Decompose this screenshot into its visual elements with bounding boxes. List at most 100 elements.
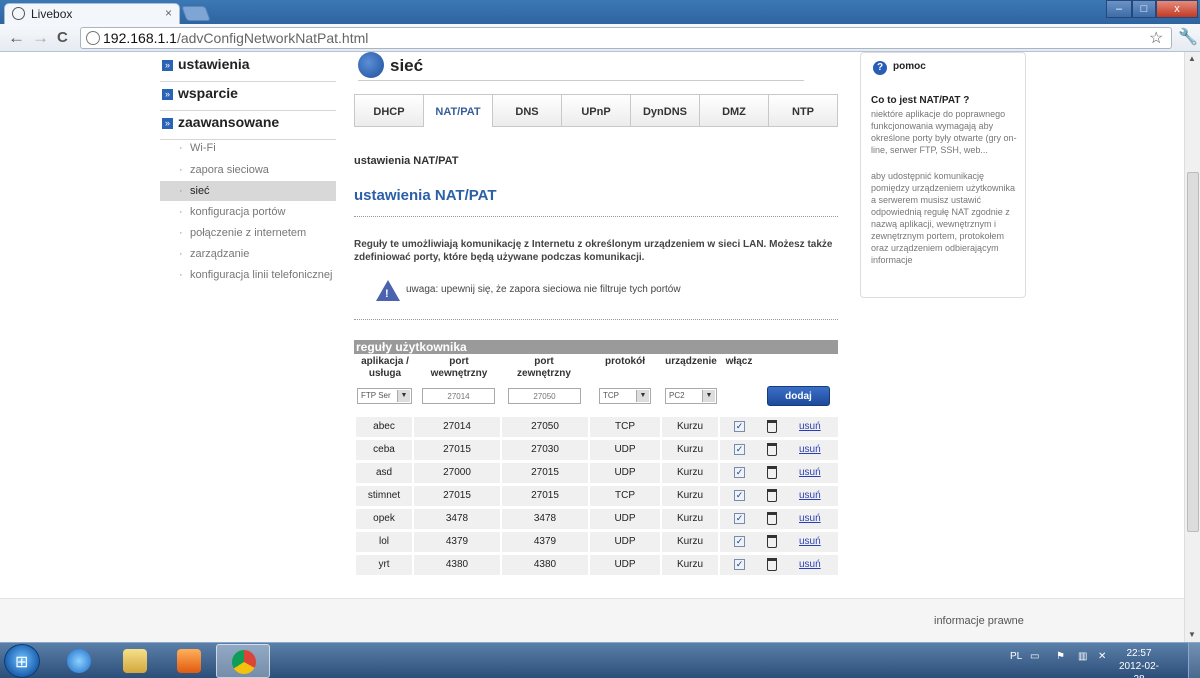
device-select[interactable]: PC2 ▼ [665, 388, 717, 404]
tab-ntp[interactable]: NTP [769, 94, 838, 127]
tab-nat-pat[interactable]: NAT/PAT [424, 94, 493, 127]
minimize-button[interactable]: – [1106, 0, 1132, 18]
close-window-button[interactable]: x [1156, 0, 1198, 18]
chevron-down-icon: ▼ [397, 390, 410, 402]
cell-protocol: UDP [590, 555, 660, 575]
cell-name: lol [356, 532, 412, 552]
submenu-linia-telefoniczna[interactable]: · konfiguracja linii telefonicznej [160, 265, 336, 285]
cell-internal: 4380 [414, 555, 500, 575]
tab-dns[interactable]: DNS [493, 94, 562, 127]
enable-checkbox[interactable]: ✓ [734, 559, 745, 570]
tab-upnp[interactable]: UPnP [562, 94, 631, 127]
delete-link[interactable]: usuń [799, 463, 821, 483]
keyboard-icon[interactable]: ▭ [1030, 651, 1039, 662]
delete-link[interactable]: usuń [799, 486, 821, 506]
submenu-zarzadzanie[interactable]: · zarządzanie [160, 244, 336, 264]
submenu-konfiguracja-portow[interactable]: · konfiguracja portów [160, 202, 336, 222]
scroll-up-icon[interactable]: ▲ [1188, 54, 1196, 63]
trash-icon[interactable] [767, 512, 777, 525]
cell-external: 4379 [502, 532, 588, 552]
cell-device: Kurzu [662, 555, 718, 575]
cell-device: Kurzu [662, 486, 718, 506]
cell-protocol: UDP [590, 509, 660, 529]
reload-icon[interactable]: C [57, 29, 68, 46]
scroll-thumb[interactable] [1187, 172, 1199, 532]
tab-dyndns[interactable]: DynDNS [631, 94, 700, 127]
cell-internal: 27014 [414, 417, 500, 437]
enable-checkbox[interactable]: ✓ [734, 467, 745, 478]
delete-link[interactable]: usuń [799, 509, 821, 529]
cell-device: Kurzu [662, 509, 718, 529]
globe-icon [86, 31, 100, 45]
taskbar-media-player[interactable] [162, 644, 216, 678]
menu-ustawienia[interactable]: » ustawienia [160, 54, 336, 82]
trash-icon[interactable] [767, 489, 777, 502]
cell-external: 4380 [502, 555, 588, 575]
taskbar-explorer[interactable] [108, 644, 162, 678]
back-arrow-icon[interactable]: ← [8, 28, 25, 48]
help-panel: ? pomoc Co to jest NAT/PAT ? niektóre ap… [860, 52, 1026, 298]
chrome-icon [232, 650, 256, 674]
protocol-select[interactable]: TCP ▼ [599, 388, 651, 404]
delete-link[interactable]: usuń [799, 417, 821, 437]
enable-checkbox[interactable]: ✓ [734, 421, 745, 432]
internal-port-input[interactable] [422, 388, 495, 404]
address-bar[interactable]: 192.168.1.1/advConfigNetworkNatPat.html … [80, 27, 1172, 49]
language-indicator[interactable]: PL [1010, 651, 1022, 662]
delete-link[interactable]: usuń [799, 555, 821, 575]
network-icon[interactable]: ▥ [1078, 651, 1087, 662]
submenu-zapora[interactable]: · zapora sieciowa [160, 160, 336, 180]
description-text: Reguły te umożliwiają komunikację z Inte… [354, 239, 833, 263]
trash-icon[interactable] [767, 443, 777, 456]
windows-logo-icon: ⊞ [15, 654, 29, 671]
delete-link[interactable]: usuń [799, 532, 821, 552]
external-port-input[interactable] [508, 388, 581, 404]
cell-protocol: UDP [590, 463, 660, 483]
enable-checkbox[interactable]: ✓ [734, 536, 745, 547]
browser-tab-bar: Livebox × – □ x [0, 0, 1200, 24]
enable-checkbox[interactable]: ✓ [734, 513, 745, 524]
tab-dhcp[interactable]: DHCP [354, 94, 424, 127]
page-scrollbar[interactable]: ▲ ▼ [1184, 52, 1200, 642]
menu-zaawansowane[interactable]: » zaawansowane [160, 112, 336, 140]
legal-info-link[interactable]: informacje prawne [934, 615, 1024, 627]
taskbar-chrome[interactable] [216, 644, 270, 678]
livebox-favicon-icon [12, 7, 25, 20]
trash-icon[interactable] [767, 420, 777, 433]
new-tab-button[interactable] [181, 6, 211, 21]
tab-close-icon[interactable]: × [165, 6, 172, 20]
menu-wsparcie[interactable]: » wsparcie [160, 83, 336, 111]
help-question-icon: ? [873, 61, 887, 75]
col-header-external: port zewnętrzny [517, 356, 571, 379]
cell-internal: 4379 [414, 532, 500, 552]
add-rule-button[interactable]: dodaj [767, 386, 830, 406]
action-center-flag-icon[interactable]: ⚑ [1056, 651, 1065, 662]
trash-icon[interactable] [767, 466, 777, 479]
trash-icon[interactable] [767, 535, 777, 548]
help-question: Co to jest NAT/PAT ? [871, 95, 970, 106]
taskbar-ie[interactable] [52, 644, 106, 678]
tab-dmz[interactable]: DMZ [700, 94, 769, 127]
wrench-icon[interactable]: 🔧 [1178, 27, 1198, 47]
start-button[interactable]: ⊞ [4, 644, 40, 678]
internet-explorer-icon [67, 649, 91, 673]
volume-muted-icon[interactable]: ✕ [1098, 651, 1106, 662]
media-player-icon [177, 649, 201, 673]
system-clock[interactable]: 22:572012-02-28 [1116, 647, 1162, 678]
app-select[interactable]: FTP Ser ▼ [357, 388, 412, 404]
maximize-button[interactable]: □ [1132, 0, 1156, 18]
enable-checkbox[interactable]: ✓ [734, 490, 745, 501]
forward-arrow-icon[interactable]: → [32, 28, 49, 48]
browser-tab[interactable]: Livebox × [4, 3, 180, 24]
table-row: ceba 27015 27030 UDP Kurzu ✓ usuń [354, 440, 838, 462]
trash-icon[interactable] [767, 558, 777, 571]
submenu-polaczenie[interactable]: · połączenie z internetem [160, 223, 336, 243]
cell-name: yrt [356, 555, 412, 575]
show-desktop-button[interactable] [1188, 643, 1200, 678]
delete-link[interactable]: usuń [799, 440, 821, 460]
submenu-wifi[interactable]: · Wi-Fi [160, 138, 336, 158]
enable-checkbox[interactable]: ✓ [734, 444, 745, 455]
scroll-down-icon[interactable]: ▼ [1188, 630, 1196, 639]
bookmark-star-icon[interactable]: ☆ [1149, 28, 1163, 48]
submenu-siec[interactable]: · sieć [160, 181, 336, 201]
